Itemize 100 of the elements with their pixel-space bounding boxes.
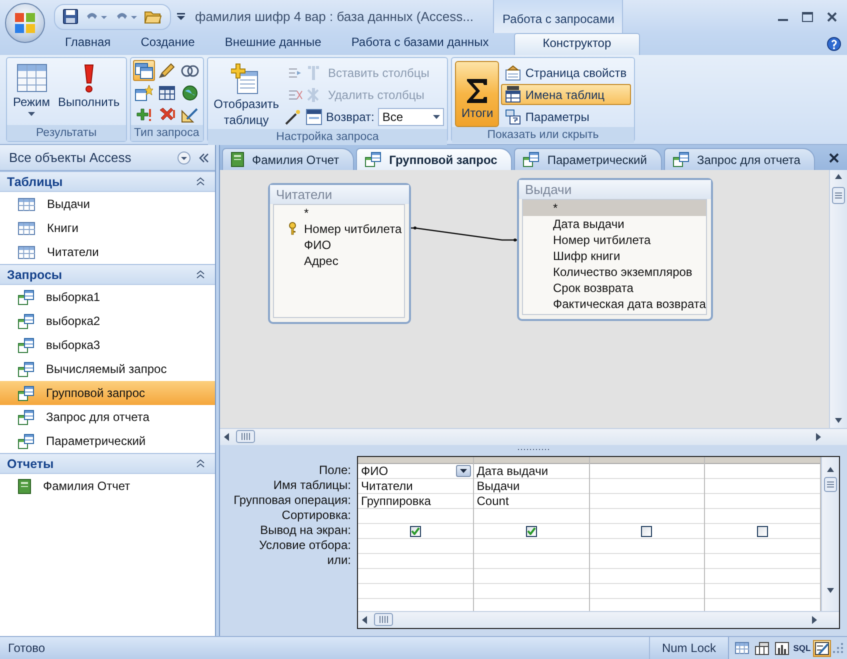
field-item[interactable]: Шифр книги	[523, 248, 706, 264]
field-item[interactable]: Номер читбилета	[274, 221, 404, 237]
window-title: фамилия шифр 4 вар : база данных (Access...	[195, 9, 474, 24]
nav-group-header[interactable]: Запросы	[0, 264, 215, 285]
nav-item[interactable]: Читатели	[0, 240, 215, 264]
ribbon-tab[interactable]: Работа с базами данных	[338, 33, 502, 55]
globe-icon	[180, 84, 199, 100]
table-cell[interactable]: ФИО	[361, 464, 388, 478]
field-item[interactable]: Дата выдачи	[523, 216, 706, 232]
row-label: Имя таблицы:	[273, 478, 351, 493]
checkbox[interactable]	[410, 526, 421, 536]
document-tab[interactable]: Параметрический	[514, 148, 662, 170]
pivot-chart-icon	[775, 642, 789, 654]
nav-item[interactable]: Вычисляемый запрос	[0, 357, 215, 381]
table-cell[interactable]: Читатели	[361, 479, 413, 493]
nav-item[interactable]: выборка2	[0, 309, 215, 333]
horizontal-scrollbar[interactable]	[358, 611, 839, 628]
view-button[interactable]	[753, 640, 771, 656]
table-cell[interactable]: Дата выдачи	[476, 464, 548, 478]
field-item[interactable]: Фактическая дата возврата	[523, 296, 706, 312]
return-icon	[306, 108, 322, 124]
customize-icon[interactable]	[177, 12, 185, 20]
table-cell[interactable]: Выдачи	[476, 479, 520, 493]
vertical-scrollbar[interactable]	[829, 170, 847, 428]
ribbon-tab[interactable]: Главная	[52, 33, 124, 55]
caret-icon	[433, 114, 440, 118]
nav-item[interactable]: Параметрический	[0, 429, 215, 453]
star-table-icon	[134, 84, 153, 100]
group-label: Тип запроса	[130, 125, 203, 141]
field-list[interactable]: Выдачи * Дата выдачи Номер читбилета Шифр книги Количество экземпляров Срок возврата Фактическая дата возврата	[517, 178, 713, 321]
nav-item[interactable]: Фамилия Отчет	[0, 474, 215, 498]
nav-item[interactable]: Групповой запрос	[0, 381, 215, 405]
chevron-up-icon	[196, 270, 205, 279]
chevron-up-icon	[196, 177, 205, 186]
query-type-button[interactable]	[132, 82, 155, 103]
checkbox[interactable]	[526, 526, 537, 536]
field-item[interactable]: ФИО	[274, 237, 404, 253]
table-names-button[interactable]: Имена таблиц	[501, 84, 631, 105]
folder-icon[interactable]	[144, 9, 162, 24]
query-icon	[365, 152, 382, 167]
nav-group-header[interactable]: Таблицы	[0, 171, 215, 192]
field-item[interactable]: *	[274, 205, 404, 221]
close-icon[interactable]	[827, 12, 837, 22]
query-type-button[interactable]	[132, 60, 155, 81]
nav-item[interactable]: выборка1	[0, 285, 215, 309]
vertical-scrollbar[interactable]	[821, 457, 839, 611]
field-item[interactable]: *	[523, 200, 706, 216]
save-icon[interactable]	[63, 9, 78, 24]
document-tab[interactable]: Фамилия Отчет	[222, 148, 354, 170]
nav-item[interactable]: выборка3	[0, 333, 215, 357]
return-label: Возврат:	[326, 110, 374, 124]
field-item[interactable]: Адрес	[274, 253, 404, 269]
nav-item[interactable]: Выдачи	[0, 192, 215, 216]
view-button[interactable]	[773, 640, 791, 656]
parameters-button[interactable]: Параметры	[501, 106, 631, 127]
query-icon	[523, 152, 540, 167]
show-table-button[interactable]: Отобразить таблицу	[210, 61, 282, 129]
sigma-icon	[465, 78, 490, 104]
document-tab[interactable]: Групповой запрос	[356, 148, 512, 170]
collapse-pane-icon[interactable]	[197, 152, 211, 164]
view-button[interactable]	[813, 640, 831, 656]
query-icon	[672, 152, 689, 167]
totals-button[interactable]: Итоги	[455, 61, 500, 127]
close-icon[interactable]	[829, 152, 839, 162]
dropdown-icon[interactable]	[177, 150, 191, 164]
splitter-handle-icon[interactable]	[516, 448, 550, 450]
ribbon-tab[interactable]: Внешние данные	[212, 33, 334, 55]
nav-item[interactable]: Запрос для отчета	[0, 405, 215, 429]
field-item[interactable]: Срок возврата	[523, 280, 706, 296]
query-icon	[18, 362, 34, 376]
table-cell[interactable]: Count	[476, 494, 509, 508]
run-button[interactable]: Выполнить	[55, 61, 123, 125]
group-label: Показать или скрыть	[452, 127, 634, 143]
dropdown-button[interactable]	[456, 465, 471, 477]
key-icon	[288, 222, 297, 235]
maximize-icon[interactable]	[802, 12, 813, 22]
field-item[interactable]: Количество экземпляров	[523, 264, 706, 280]
report-icon	[231, 152, 244, 167]
view-button[interactable]	[733, 640, 751, 656]
checkbox[interactable]	[757, 526, 768, 536]
checkbox[interactable]	[641, 526, 652, 536]
help-icon[interactable]	[827, 37, 841, 51]
nav-group-header[interactable]: Отчеты	[0, 453, 215, 474]
navigation-pane-title: Все объекты Access	[9, 150, 132, 165]
ribbon-tab[interactable]: Создание	[128, 33, 208, 55]
wand-icon[interactable]	[284, 108, 302, 124]
sql-view-button[interactable]: SQL	[793, 640, 811, 656]
ribbon-tab[interactable]: Конструктор	[514, 33, 640, 55]
field-list[interactable]: Читатели * Номер читбилета ФИО Адрес	[268, 183, 411, 324]
property-sheet-button[interactable]: Страница свойств	[501, 62, 631, 83]
view-button[interactable]: Режим	[10, 61, 53, 125]
query-icon	[18, 386, 34, 400]
table-cell[interactable]: Группировка	[361, 494, 431, 508]
nav-item[interactable]: Книги	[0, 216, 215, 240]
document-tab[interactable]: Запрос для отчета	[664, 148, 816, 170]
return-dropdown[interactable]: Все	[378, 108, 444, 126]
relationship-line[interactable]	[411, 226, 517, 242]
field-item[interactable]: Номер читбилета	[523, 232, 706, 248]
cross-icon	[158, 106, 176, 122]
horizontal-scrollbar[interactable]	[220, 428, 847, 445]
